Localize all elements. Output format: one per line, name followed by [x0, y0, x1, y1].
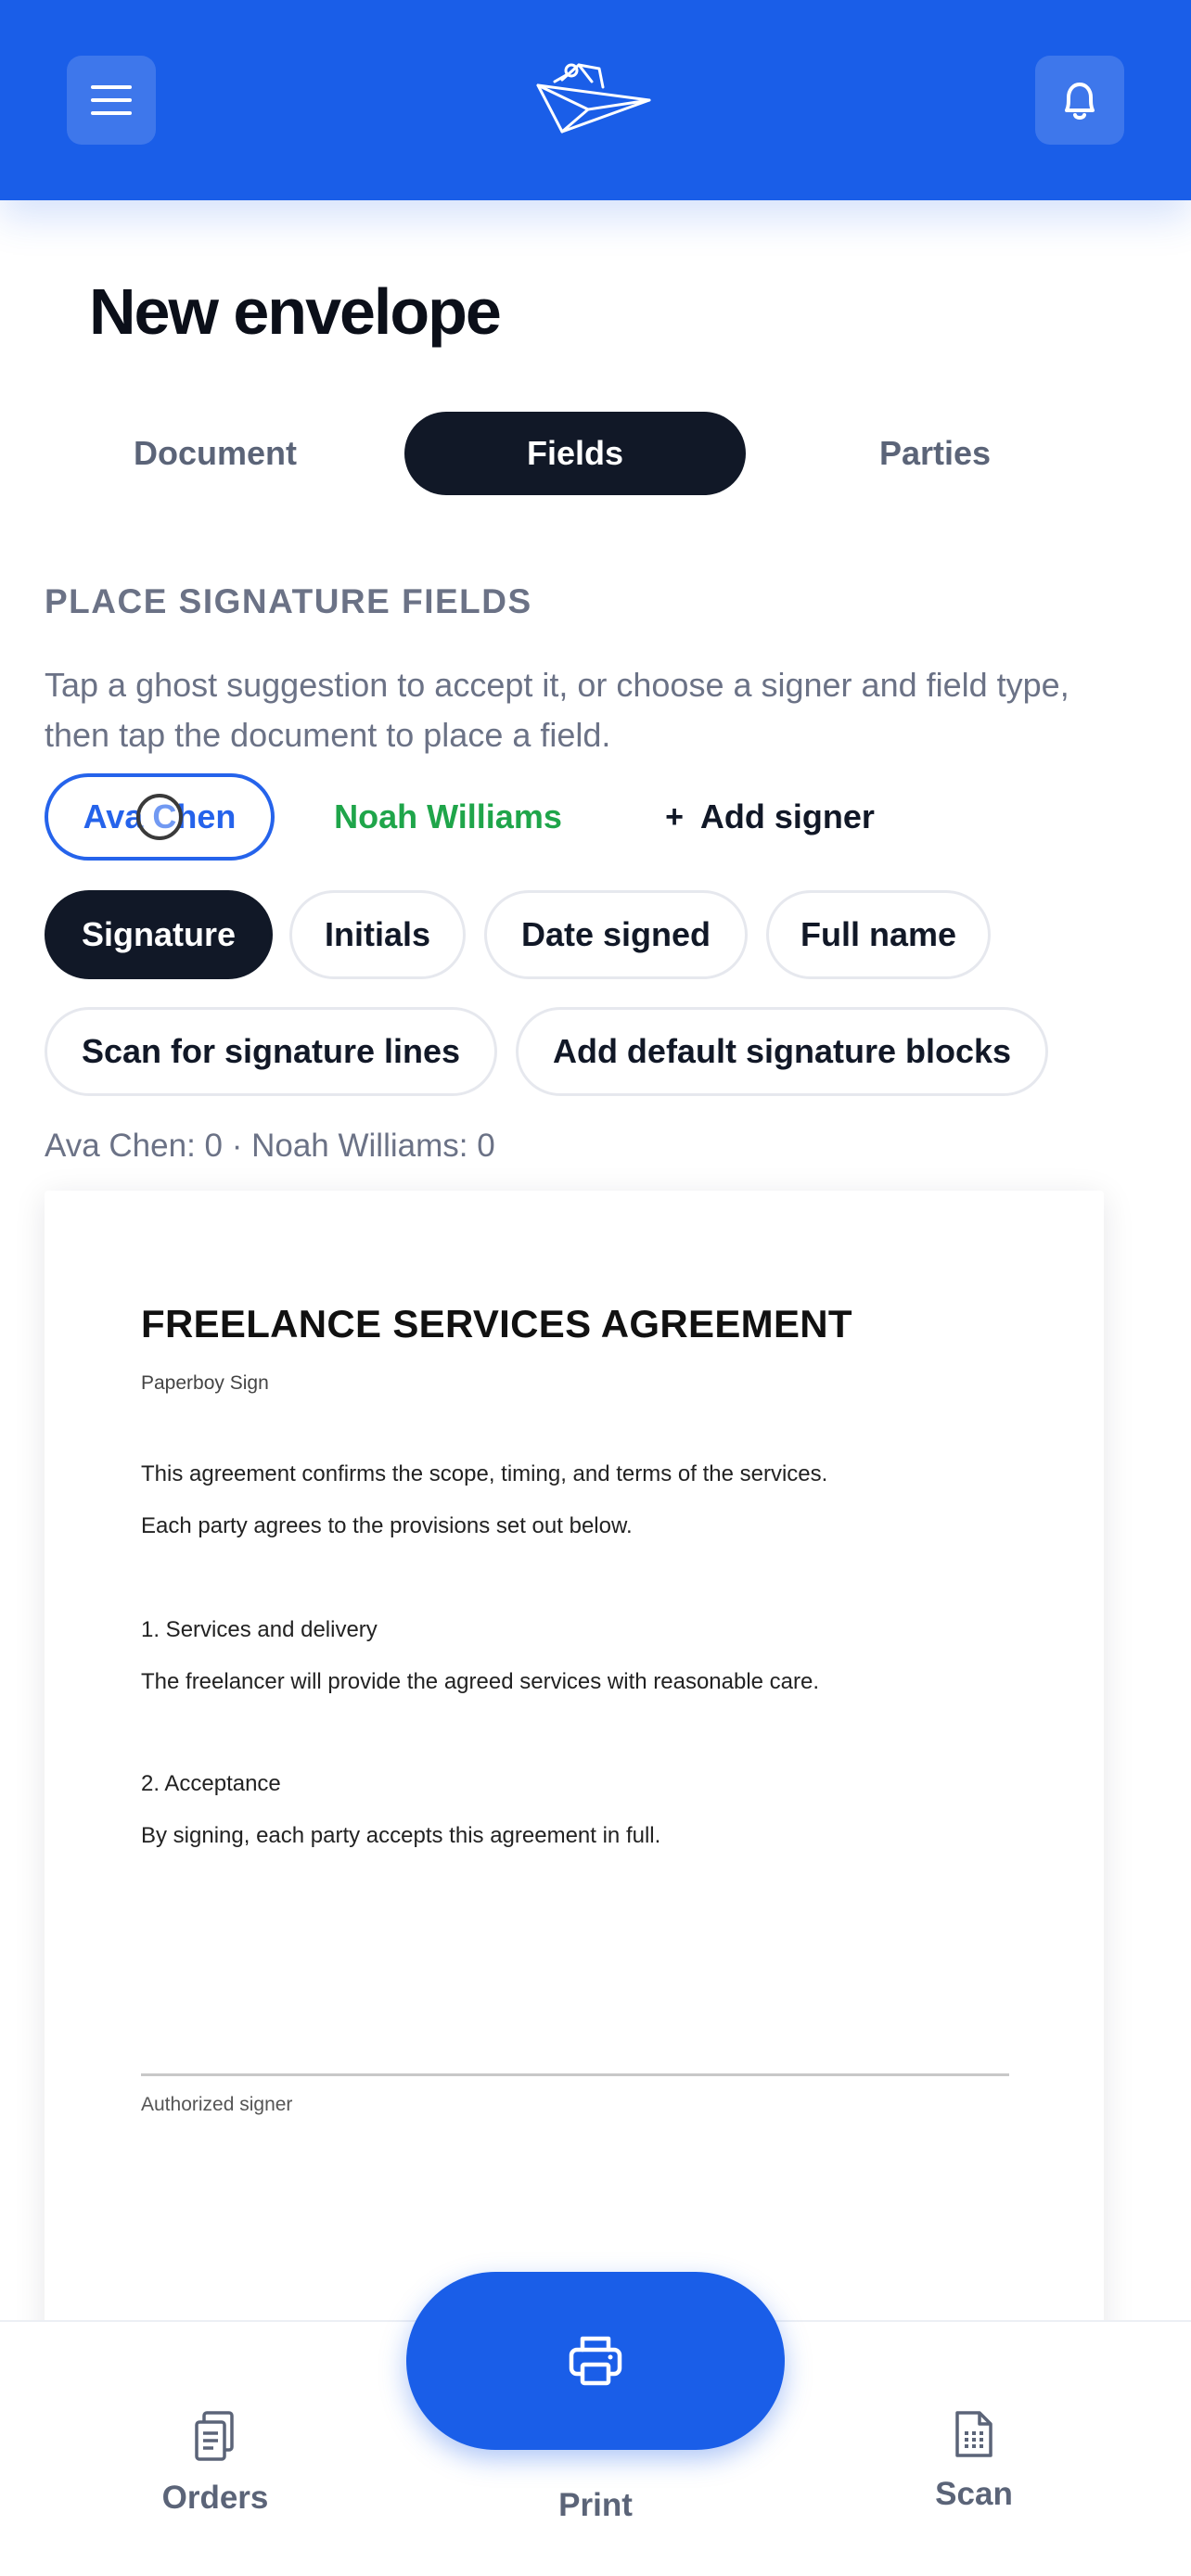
document-title: FREELANCE SERVICES AGREEMENT: [141, 1302, 852, 1345]
section-title: PLACE SIGNATURE FIELDS: [45, 582, 532, 620]
document-section-1-heading: 1. Services and delivery: [141, 1617, 378, 1642]
field-counts: Ava Chen: 0 · Noah Williams: 0: [45, 1128, 495, 1164]
printer-icon: [569, 2336, 622, 2386]
tab-fields[interactable]: Fields: [404, 412, 746, 495]
plus-icon: +: [665, 798, 684, 835]
print-button[interactable]: [406, 2272, 785, 2450]
document-section-2-body: By signing, each party accepts this agre…: [141, 1823, 661, 1848]
add-default-blocks-button[interactable]: Add default signature blocks: [516, 1007, 1048, 1096]
document-canvas[interactable]: FREELANCE SERVICES AGREEMENT Paperboy Si…: [45, 1191, 1104, 2396]
menu-button[interactable]: [67, 56, 156, 145]
nav-scan[interactable]: Scan: [863, 2409, 1085, 2513]
top-app-bar: [0, 0, 1191, 200]
field-type-date-signed[interactable]: Date signed: [484, 890, 748, 979]
help-text: Tap a ghost suggestion to accept it, or …: [45, 666, 1069, 754]
document-intro-line-2: Each party agrees to the provisions set …: [141, 1513, 633, 1538]
nav-scan-label: Scan: [935, 2476, 1013, 2512]
add-signer-button[interactable]: + Add signer: [649, 773, 890, 861]
scan-signature-lines-button[interactable]: Scan for signature lines: [45, 1007, 497, 1096]
clipboard-stack-icon: [195, 2411, 234, 2461]
field-type-initials[interactable]: Initials: [289, 890, 466, 979]
hamburger-menu-icon: [91, 85, 132, 115]
touch-cursor-indicator: [136, 794, 183, 840]
document-subtitle: Paperboy Sign: [141, 1372, 269, 1394]
field-type-signature[interactable]: Signature: [45, 890, 273, 979]
signature-line: [141, 2073, 1009, 2076]
tab-parties[interactable]: Parties: [766, 412, 1104, 495]
nav-orders[interactable]: Orders: [104, 2409, 327, 2517]
signature-line-caption: Authorized signer: [141, 2094, 293, 2115]
nav-print-label: Print: [558, 2487, 633, 2523]
document-section-2-heading: 2. Acceptance: [141, 1771, 281, 1796]
field-type-full-name[interactable]: Full name: [766, 890, 991, 979]
add-signer-label: Add signer: [699, 797, 875, 835]
document-intro-line-1: This agreement confirms the scope, timin…: [141, 1461, 828, 1486]
paper-plane-logo-icon: [536, 63, 651, 134]
page-title: New envelope: [89, 275, 502, 348]
tab-document[interactable]: Document: [46, 412, 384, 495]
signer-chip-noah-williams[interactable]: Noah Williams: [315, 773, 581, 861]
scan-document-icon: [955, 2411, 992, 2457]
nav-orders-label: Orders: [161, 2480, 269, 2516]
bell-icon: [1065, 83, 1095, 120]
notifications-button[interactable]: [1035, 56, 1124, 145]
document-section-1-body: The freelancer will provide the agreed s…: [141, 1669, 820, 1694]
